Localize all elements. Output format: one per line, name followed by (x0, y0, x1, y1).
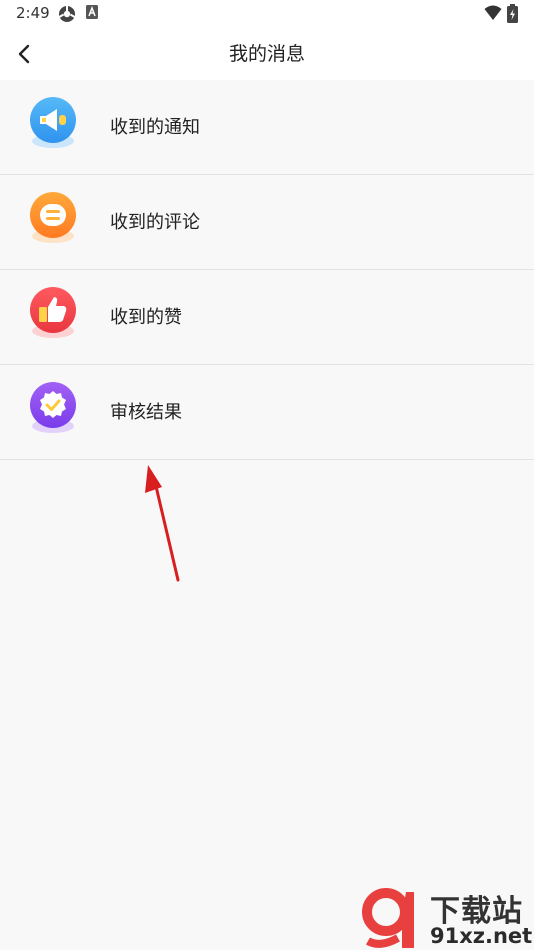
megaphone-icon (30, 97, 76, 148)
thumbs-up-icon (30, 287, 76, 338)
status-time: 2:49 (16, 4, 50, 22)
comment-icon (30, 192, 76, 243)
battery-icon (507, 4, 518, 23)
menu-item-likes[interactable]: 收到的赞 (0, 270, 534, 365)
menu-item-label: 收到的赞 (110, 307, 182, 328)
wifi-icon (484, 5, 502, 20)
notification-app-icon (86, 5, 98, 19)
watermark-domain: 91xz.net (430, 924, 533, 948)
menu-item-notifications[interactable]: 收到的通知 (0, 80, 534, 175)
watermark-logo (362, 888, 414, 948)
status-bar: 2:49 (0, 0, 534, 28)
menu-item-label: 收到的通知 (110, 117, 200, 138)
app-bar: 我的消息 (0, 28, 534, 80)
menu-item-label: 审核结果 (110, 402, 182, 423)
menu-item-comments[interactable]: 收到的评论 (0, 175, 534, 270)
menu-item-review-results[interactable]: 审核结果 (0, 365, 534, 460)
menu-item-label: 收到的评论 (110, 212, 200, 233)
message-menu-list: 收到的通知 收到的评论 收到的赞 审核结果 (0, 80, 534, 460)
badge-check-icon (30, 382, 76, 433)
watermark: 下载站 91xz.net (360, 886, 534, 950)
sync-icon (58, 5, 76, 22)
page-title: 我的消息 (228, 43, 305, 65)
